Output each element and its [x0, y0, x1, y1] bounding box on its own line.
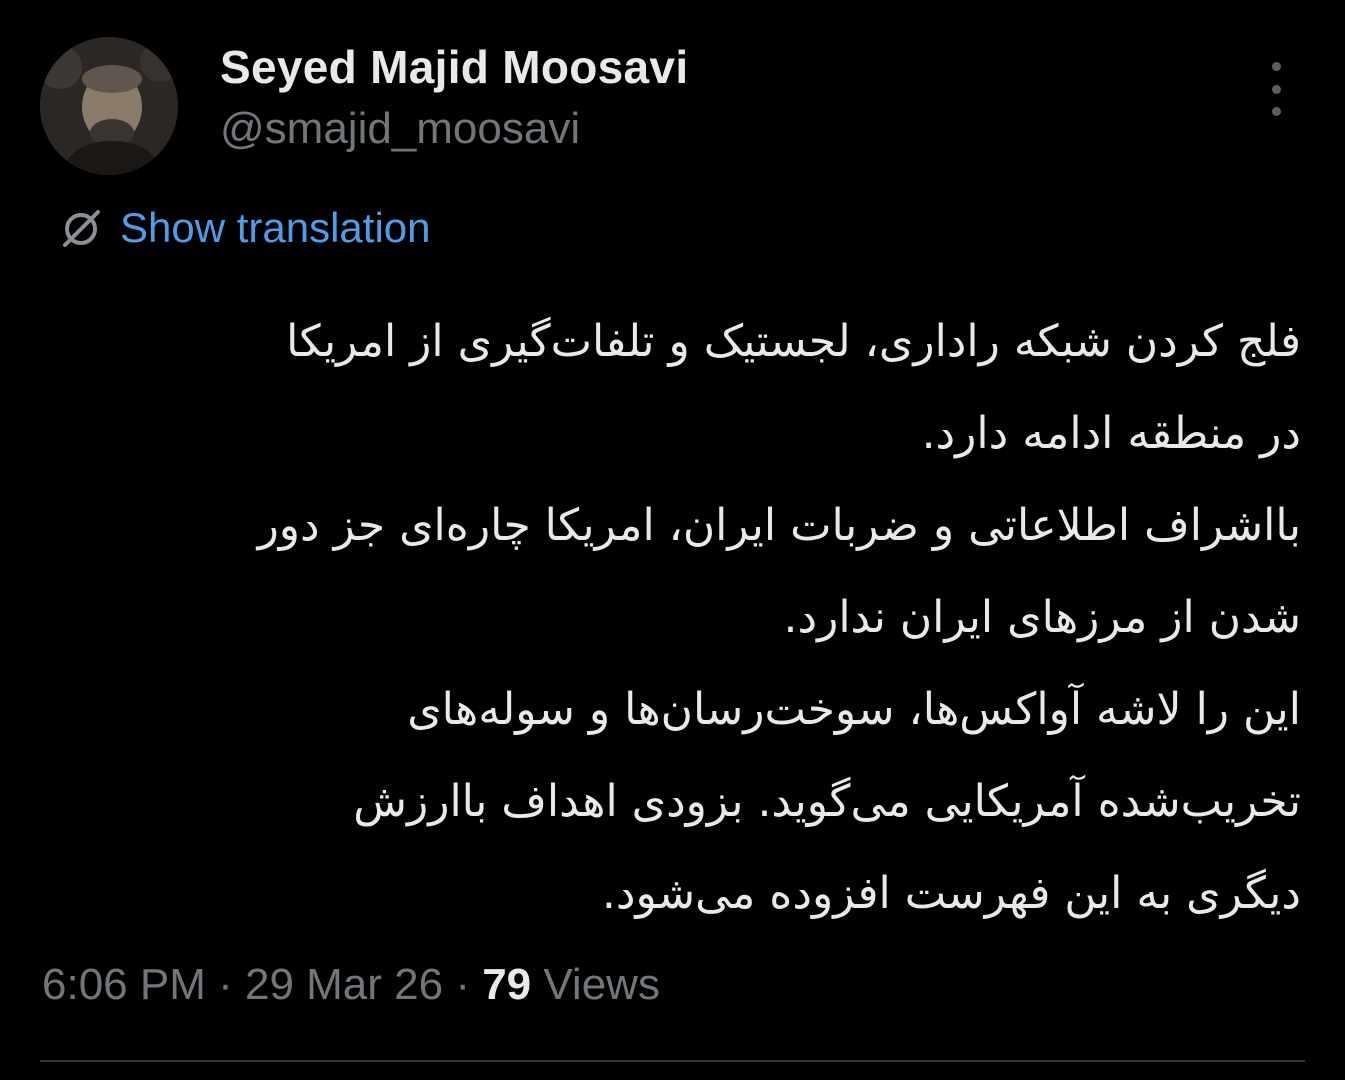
more-vertical-icon: [1271, 62, 1281, 71]
post-text-line: دیگری به این فهرست افزوده می‌شود.: [601, 868, 1301, 919]
divider: [40, 1060, 1305, 1062]
post-text: فلج کردن شبکه راداری، لجستیک و تلفات‌گیر…: [40, 296, 1301, 940]
globe-slash-icon: [58, 205, 104, 251]
avatar-photo: [40, 37, 178, 175]
post-text-line: شدن از مرزهای ایران ندارد.: [783, 592, 1301, 643]
meta-separator: ·: [205, 960, 245, 1009]
avatar[interactable]: [40, 37, 178, 175]
meta-separator: ·: [443, 960, 483, 1009]
show-translation-label: Show translation: [120, 204, 431, 251]
display-name[interactable]: Seyed Majid Moosavi: [220, 40, 688, 94]
post-text-line: این را لاشه آواکس‌ها، سوخت‌رسان‌ها و سول…: [407, 684, 1301, 735]
post-text-line: فلج کردن شبکه راداری، لجستیک و تلفات‌گیر…: [286, 316, 1301, 367]
more-vertical-icon-dot: [1271, 107, 1281, 116]
post-date[interactable]: 29 Mar 26: [245, 960, 443, 1009]
more-options-button[interactable]: [1258, 62, 1294, 116]
tweet: Seyed Majid Moosavi @smajid_moosavi Show…: [0, 0, 1345, 1080]
show-translation-link[interactable]: Show translation: [58, 204, 431, 252]
post-text-line: تخریب‌شده آمریکایی می‌گوید. بزودی اهداف …: [353, 776, 1301, 827]
views-count[interactable]: 79: [482, 960, 531, 1009]
post-text-line: در منطقه ادامه دارد.: [921, 408, 1301, 459]
post-meta: 6:06 PM · 29 Mar 26 · 79 Views: [42, 960, 660, 1010]
handle[interactable]: @smajid_moosavi: [220, 104, 580, 154]
more-vertical-icon-dot: [1271, 84, 1281, 94]
views-label: Views: [531, 960, 660, 1009]
post-text-line: بااشراف اطلاعاتی و ضربات ایران، امریکا چ…: [257, 500, 1301, 551]
post-time[interactable]: 6:06 PM: [42, 960, 206, 1009]
